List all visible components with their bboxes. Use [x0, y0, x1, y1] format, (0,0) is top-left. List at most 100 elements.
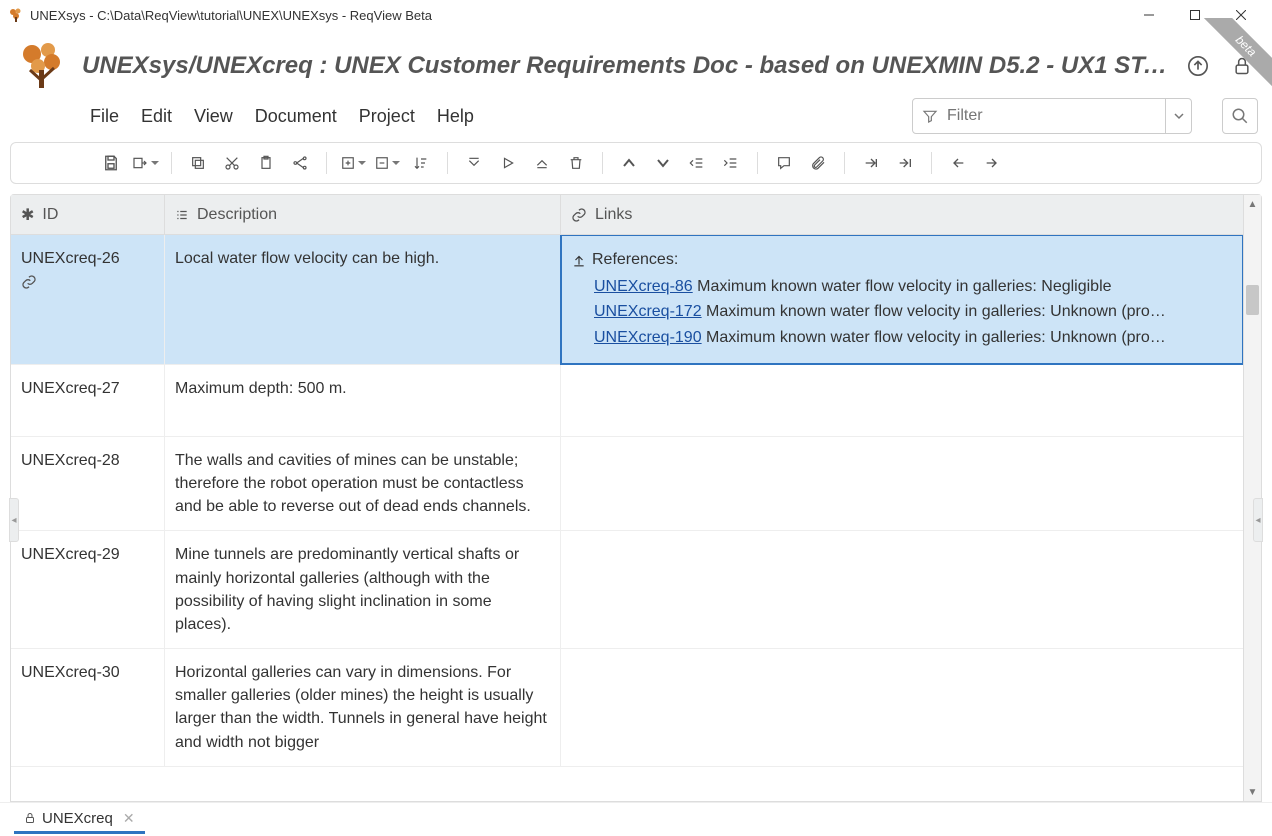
description-cell: Maximum depth: 500 m.: [165, 365, 561, 436]
lock-button[interactable]: [1226, 50, 1258, 82]
table-row[interactable]: UNEXcreq-30Horizontal galleries can vary…: [11, 649, 1243, 767]
table-row[interactable]: UNEXcreq-27 Maximum depth: 500 m.: [11, 365, 1243, 437]
breadcrumb: UNEXsys/UNEXcreq : UNEX Customer Require…: [82, 52, 1170, 80]
link-icon: [571, 207, 587, 223]
has-links-icon: [21, 274, 37, 290]
reference-link[interactable]: UNEXcreq-86: [594, 278, 693, 295]
outdent-button[interactable]: [683, 149, 711, 177]
id-cell: UNEXcreq-26: [11, 235, 165, 364]
links-cell: [561, 531, 1243, 648]
header: UNEXsys/UNEXcreq : UNEX Customer Require…: [0, 30, 1272, 98]
description-cell: Local water flow velocity can be high.: [165, 235, 561, 364]
save-button[interactable]: [97, 149, 125, 177]
links-cell: References: UNEXcreq-86 Maximum known wat…: [560, 235, 1243, 365]
toolbar: [10, 142, 1262, 184]
list-icon: [175, 208, 189, 222]
reference-line: UNEXcreq-86 Maximum known water flow vel…: [594, 275, 1232, 298]
scroll-down-icon[interactable]: ▼: [1244, 783, 1261, 801]
table-header: ✱ ID Description Links: [11, 195, 1243, 235]
expand-all-button[interactable]: [528, 149, 556, 177]
id-cell: UNEXcreq-27: [11, 365, 165, 436]
delete-button[interactable]: [562, 149, 590, 177]
filter-box[interactable]: [912, 98, 1192, 134]
reference-line: UNEXcreq-172 Maximum known water flow ve…: [594, 300, 1232, 323]
reference-text: Maximum known water flow velocity in gal…: [702, 329, 1166, 346]
document-tab-label: UNEXcreq: [42, 810, 113, 827]
close-tab-button[interactable]: ✕: [123, 810, 135, 827]
go-end-button[interactable]: [891, 149, 919, 177]
window-title: UNEXsys - C:\Data\ReqView\tutorial\UNEX\…: [30, 8, 1126, 23]
filter-input[interactable]: [947, 107, 1165, 125]
scroll-thumb[interactable]: [1246, 285, 1259, 315]
reference-link[interactable]: UNEXcreq-190: [594, 329, 702, 346]
move-up-button[interactable]: [615, 149, 643, 177]
id-cell: UNEXcreq-30: [11, 649, 165, 766]
funnel-icon: [913, 108, 947, 124]
table-row[interactable]: UNEXcreq-28 The walls and cavities of min…: [11, 437, 1243, 532]
requirements-table: ◂ ✱ ID Description Links UNEXcreq-26 Loca…: [10, 194, 1262, 802]
requirement-id: UNEXcreq-28: [21, 449, 154, 472]
reference-line: UNEXcreq-190 Maximum known water flow ve…: [594, 326, 1232, 349]
column-header-id[interactable]: ✱ ID: [11, 195, 165, 234]
left-panel-handle[interactable]: ◂: [9, 498, 19, 542]
column-header-description[interactable]: Description: [165, 195, 561, 234]
description-cell: The walls and cavities of mines can be u…: [165, 437, 561, 531]
id-cell: UNEXcreq-28: [11, 437, 165, 531]
menu-help[interactable]: Help: [437, 106, 474, 127]
filter-dropdown[interactable]: [1165, 99, 1191, 133]
nav-back-button[interactable]: [944, 149, 972, 177]
outgoing-link-icon: [572, 253, 586, 267]
requirement-id: UNEXcreq-27: [21, 377, 154, 400]
copy-button[interactable]: [184, 149, 212, 177]
column-header-links[interactable]: Links: [561, 195, 1243, 234]
document-tab-unexcreq[interactable]: UNEXcreq ✕: [14, 806, 145, 834]
lock-icon: [24, 812, 36, 824]
document-tabs: UNEXcreq ✕: [0, 802, 1272, 836]
indent-button[interactable]: [717, 149, 745, 177]
table-row[interactable]: UNEXcreq-26 Local water flow velocity can…: [11, 235, 1243, 365]
add-button[interactable]: [339, 149, 367, 177]
play-button[interactable]: [494, 149, 522, 177]
go-next-button[interactable]: [857, 149, 885, 177]
search-button[interactable]: [1222, 98, 1258, 134]
attach-button[interactable]: [804, 149, 832, 177]
table-row[interactable]: UNEXcreq-29 Mine tunnels are predominantl…: [11, 531, 1243, 649]
upload-button[interactable]: [1182, 50, 1214, 82]
reference-text: Maximum known water flow velocity in gal…: [702, 303, 1166, 320]
cut-button[interactable]: [218, 149, 246, 177]
requirement-id: UNEXcreq-26: [21, 247, 154, 270]
app-icon: [8, 7, 24, 23]
comment-button[interactable]: [770, 149, 798, 177]
links-cell: [561, 437, 1243, 531]
collapse-all-button[interactable]: [460, 149, 488, 177]
nav-forward-button[interactable]: [978, 149, 1006, 177]
links-cell: [561, 365, 1243, 436]
scroll-up-icon[interactable]: ▲: [1244, 195, 1261, 213]
window-maximize-button[interactable]: [1172, 0, 1218, 30]
window-close-button[interactable]: [1218, 0, 1264, 30]
move-down-button[interactable]: [649, 149, 677, 177]
menubar: File Edit View Document Project Help: [0, 98, 1272, 142]
id-cell: UNEXcreq-29: [11, 531, 165, 648]
right-panel-handle[interactable]: ◂: [1253, 498, 1263, 542]
references-label: References:: [592, 248, 678, 271]
link-graph-button[interactable]: [286, 149, 314, 177]
menu-project[interactable]: Project: [359, 106, 415, 127]
reference-text: Maximum known water flow velocity in gal…: [693, 278, 1112, 295]
description-cell: Mine tunnels are predominantly vertical …: [165, 531, 561, 648]
requirement-id: UNEXcreq-30: [21, 661, 154, 684]
requirement-id: UNEXcreq-29: [21, 543, 154, 566]
menu-view[interactable]: View: [194, 106, 233, 127]
menu-edit[interactable]: Edit: [141, 106, 172, 127]
remove-button[interactable]: [373, 149, 401, 177]
menu-document[interactable]: Document: [255, 106, 337, 127]
sort-button[interactable]: [407, 149, 435, 177]
links-cell: [561, 649, 1243, 766]
window-titlebar: UNEXsys - C:\Data\ReqView\tutorial\UNEX\…: [0, 0, 1272, 30]
export-button[interactable]: [131, 149, 159, 177]
window-minimize-button[interactable]: [1126, 0, 1172, 30]
reference-link[interactable]: UNEXcreq-172: [594, 303, 702, 320]
references-header: References:: [572, 248, 1232, 271]
paste-button[interactable]: [252, 149, 280, 177]
menu-file[interactable]: File: [90, 106, 119, 127]
